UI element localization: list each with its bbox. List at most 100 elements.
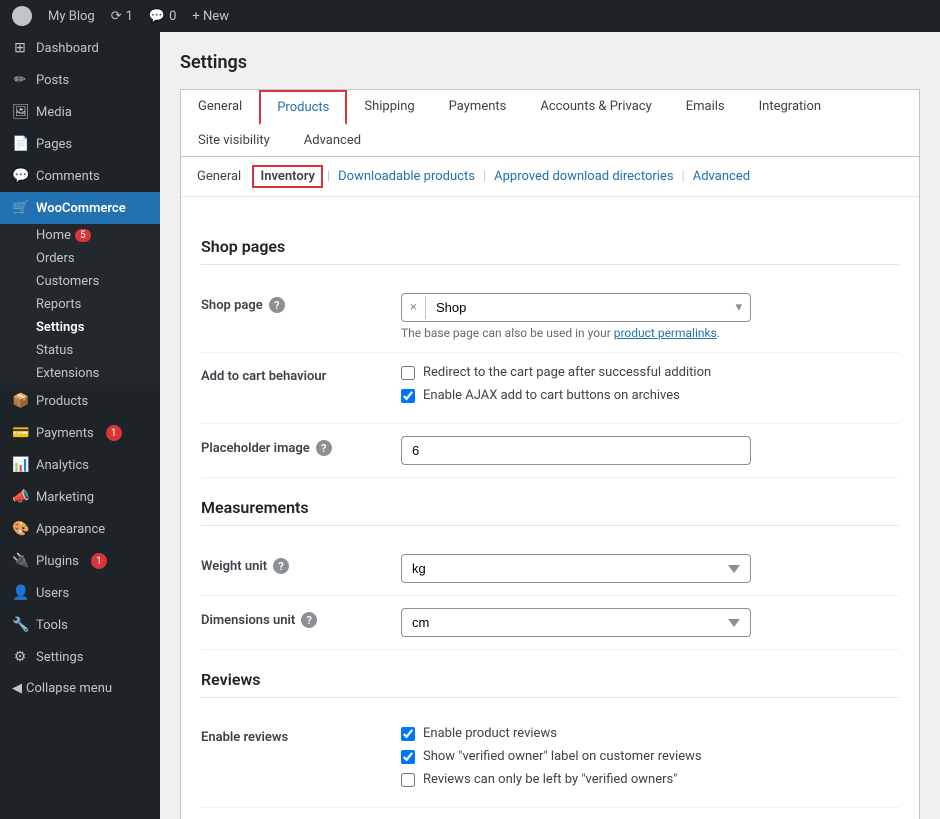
checkbox-ajax-input[interactable] [401, 389, 415, 403]
sidebar-item-users[interactable]: 👤 Users [0, 577, 160, 609]
comments-count: 0 [169, 9, 176, 24]
label-dimensions-unit: Dimensions unit ? [201, 608, 401, 628]
checkbox-verified-label-input[interactable] [401, 750, 415, 764]
row-placeholder-image: Placeholder image ? [201, 424, 899, 478]
tab-site-visibility[interactable]: Site visibility [181, 124, 287, 157]
sidebar-sub-settings[interactable]: Settings [0, 316, 160, 339]
help-shop-page[interactable]: ? [269, 297, 285, 313]
comments-icon: 💬 [149, 9, 165, 24]
sidebar-item-appearance[interactable]: 🎨 Appearance [0, 513, 160, 545]
site-name: My Blog [48, 9, 95, 24]
pages-icon: 📄 [12, 136, 28, 152]
updates-count: 1 [126, 9, 133, 24]
sidebar-label-products: Products [36, 394, 88, 409]
sidebar-sub-orders[interactable]: Orders [0, 247, 160, 270]
tab-general[interactable]: General [181, 90, 259, 125]
sidebar-item-tools[interactable]: 🔧 Tools [0, 609, 160, 641]
help-dimensions[interactable]: ? [301, 612, 317, 628]
sidebar-label-dashboard: Dashboard [36, 41, 99, 56]
payments-badge: 1 [106, 425, 122, 441]
appearance-icon: 🎨 [12, 521, 28, 537]
posts-icon: ✏ [12, 72, 28, 88]
sidebar-item-comments[interactable]: 💬 Comments [0, 160, 160, 192]
sidebar-item-plugins[interactable]: 🔌 Plugins 1 [0, 545, 160, 577]
sidebar-item-analytics[interactable]: 📊 Analytics [0, 449, 160, 481]
field-dimensions-unit: cm m mm in yd [401, 608, 899, 637]
home-badge: 5 [75, 229, 91, 242]
marketing-icon: 📣 [12, 489, 28, 505]
help-weight[interactable]: ? [273, 558, 289, 574]
label-placeholder-image: Placeholder image ? [201, 436, 401, 456]
placeholder-image-input[interactable] [401, 436, 751, 465]
sidebar-item-media[interactable]: 🖼 Media [0, 96, 160, 128]
help-placeholder[interactable]: ? [316, 440, 332, 456]
sidebar-label-settings: Settings [36, 650, 83, 665]
collapse-label: Collapse menu [26, 681, 112, 696]
checkbox-verified-only: Reviews can only be left by "verified ow… [401, 772, 899, 787]
sidebar-label-posts: Posts [36, 73, 69, 88]
checkbox-enable-reviews-input[interactable] [401, 727, 415, 741]
collapse-menu[interactable]: ◀ Collapse menu [0, 673, 160, 704]
analytics-icon: 📊 [12, 457, 28, 473]
admin-bar-comments[interactable]: 💬 0 [149, 9, 177, 24]
dashboard-icon: ⊞ [12, 40, 28, 56]
home-label: Home [36, 228, 71, 243]
sidebar-label-appearance: Appearance [36, 522, 105, 537]
sidebar-sub-customers[interactable]: Customers [0, 270, 160, 293]
sidebar-item-payments[interactable]: 💳 Payments 1 [0, 417, 160, 449]
tab-payments[interactable]: Payments [432, 90, 524, 125]
sidebar-item-products[interactable]: 📦 Products [0, 385, 160, 417]
woo-section: Home 5 Orders Customers Reports Settings… [0, 224, 160, 385]
sidebar-sub-extensions[interactable]: Extensions [0, 362, 160, 385]
admin-bar-logo[interactable]: W [12, 6, 32, 26]
page-title: Settings [180, 52, 920, 73]
sidebar-label-analytics: Analytics [36, 458, 89, 473]
plugins-badge: 1 [91, 553, 107, 569]
sidebar-sub-status[interactable]: Status [0, 339, 160, 362]
field-weight-unit: kg g lbs oz [401, 554, 899, 583]
checkbox-verified-label: Show "verified owner" label on customer … [401, 749, 899, 764]
sidebar-sub-home[interactable]: Home 5 [0, 224, 160, 247]
sidebar-label-tools: Tools [36, 618, 68, 633]
label-enable-reviews: Enable reviews [201, 726, 401, 745]
sidebar-item-settings[interactable]: ⚙ Settings [0, 641, 160, 673]
checkbox-ajax: Enable AJAX add to cart buttons on archi… [401, 388, 899, 403]
subtab-approved[interactable]: Approved download directories [490, 167, 677, 186]
tab-advanced[interactable]: Advanced [287, 124, 378, 157]
checkbox-redirect-input[interactable] [401, 366, 415, 380]
sidebar-item-marketing[interactable]: 📣 Marketing [0, 481, 160, 513]
tab-integration[interactable]: Integration [742, 90, 838, 125]
select-clear-icon[interactable]: × [402, 296, 426, 319]
section-reviews: Reviews [201, 670, 899, 698]
select-shop-page[interactable]: × Shop ▾ [401, 293, 751, 322]
tab-shipping[interactable]: Shipping [347, 90, 431, 125]
product-permalinks-link[interactable]: product permalinks [614, 326, 717, 340]
woocommerce-header[interactable]: 🛒 WooCommerce [0, 192, 160, 224]
sidebar-sub-reports[interactable]: Reports [0, 293, 160, 316]
dimensions-unit-select[interactable]: cm m mm in yd [401, 608, 751, 637]
tab-accounts[interactable]: Accounts & Privacy [523, 90, 668, 125]
subtab-downloadable[interactable]: Downloadable products [334, 167, 479, 186]
subtab-inventory[interactable]: Inventory [252, 165, 323, 188]
subtab-advanced[interactable]: Advanced [689, 167, 754, 186]
sidebar-item-pages[interactable]: 📄 Pages [0, 128, 160, 160]
tab-emails[interactable]: Emails [669, 90, 742, 125]
sidebar-item-dashboard[interactable]: ⊞ Dashboard [0, 32, 160, 64]
field-add-to-cart: Redirect to the cart page after successf… [401, 365, 899, 411]
checkbox-verified-only-input[interactable] [401, 773, 415, 787]
sidebar-label-marketing: Marketing [36, 490, 94, 505]
field-enable-reviews: Enable product reviews Show "verified ow… [401, 726, 899, 795]
row-enable-reviews: Enable reviews Enable product reviews Sh… [201, 714, 899, 808]
admin-bar-updates[interactable]: ⟳ 1 [111, 9, 133, 24]
sidebar-item-posts[interactable]: ✏ Posts [0, 64, 160, 96]
weight-unit-select[interactable]: kg g lbs oz [401, 554, 751, 583]
admin-bar-new[interactable]: + New [192, 9, 229, 24]
products-icon: 📦 [12, 393, 28, 409]
shop-page-select[interactable]: Shop [426, 294, 728, 321]
tab-products[interactable]: Products [259, 90, 347, 125]
main-tabs: General Products Shipping Payments Accou… [181, 90, 919, 157]
admin-bar-site[interactable]: My Blog [48, 9, 95, 24]
payments-icon: 💳 [12, 425, 28, 441]
section-shop-pages: Shop pages [201, 237, 899, 265]
settings-label: Settings [36, 320, 84, 335]
